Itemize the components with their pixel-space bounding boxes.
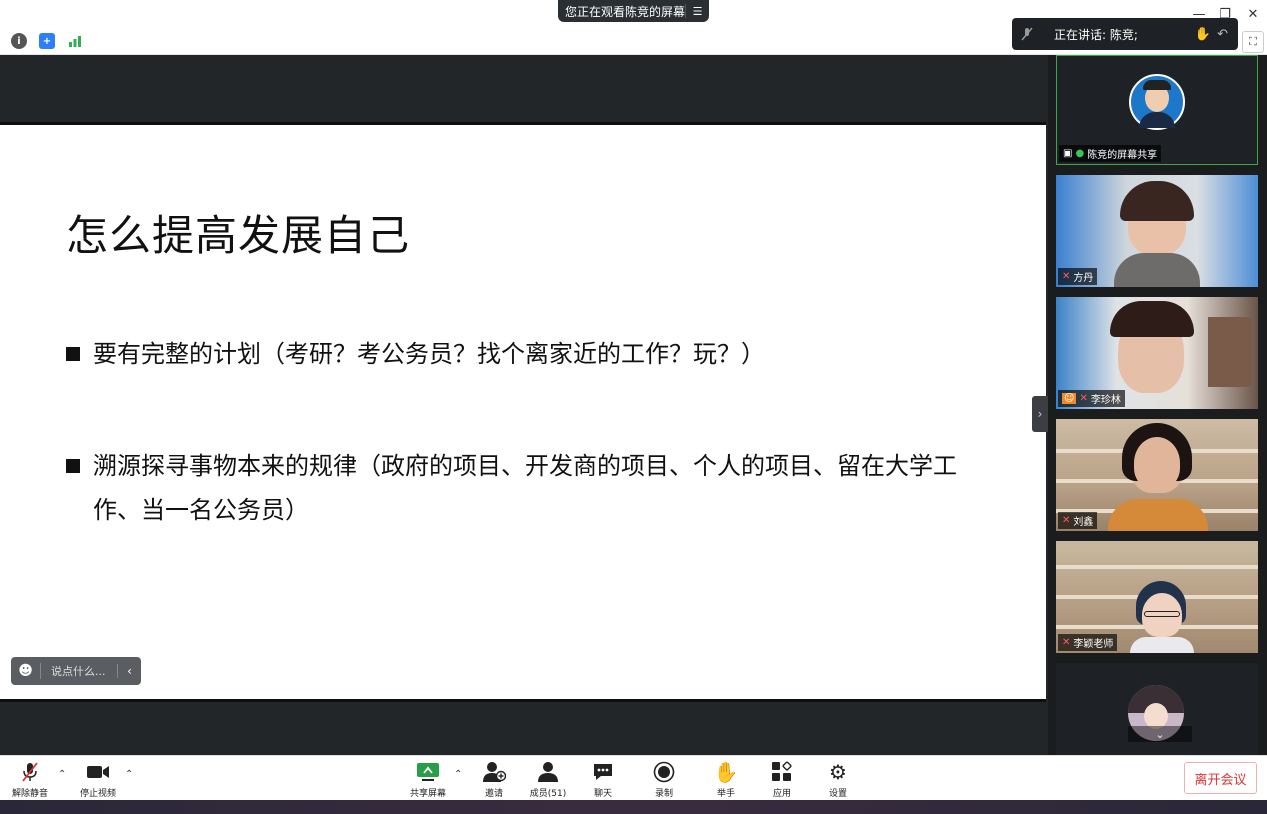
chat-placeholder[interactable]: 说点什么... — [41, 663, 117, 679]
members-button[interactable]: 成员(51) — [518, 760, 578, 799]
collapse-panel-icon[interactable]: › — [1032, 396, 1048, 432]
record-icon — [653, 760, 675, 784]
unmute-label: 解除静音 — [11, 789, 48, 799]
mic-on-icon: ● — [1075, 148, 1085, 159]
participant-label: ▣ ● 陈竞的屏幕共享 — [1059, 145, 1162, 162]
quick-chat-box[interactable]: ☻ 说点什么... ‹ — [11, 657, 141, 685]
participant-name: 方丹 — [1073, 273, 1094, 284]
invite-label: 邀请 — [484, 789, 503, 799]
screen-share-icon: ▣ — [1063, 148, 1073, 159]
settings-label: 设置 — [828, 789, 847, 799]
bullet-square-icon — [66, 347, 80, 361]
apps-button[interactable]: 应用 — [752, 760, 812, 799]
invite-button[interactable]: 邀请 — [464, 760, 524, 799]
unmute-button[interactable]: 解除静音 — [0, 760, 60, 799]
bullet-text: 溯源探寻事物本来的规律（政府的项目、开发商的项目、个人的项目、留在大学工作、当一… — [93, 452, 957, 524]
user-icon: ☺ — [1062, 393, 1077, 404]
share-screen-icon — [416, 760, 440, 784]
chat-bubble-icon — [592, 760, 614, 784]
stop-video-label: 停止视频 — [79, 789, 116, 799]
presentation-slide: 怎么提高发展自己 要有完整的计划（考研？考公务员？找个离家近的工作？玩？） 溯源… — [0, 122, 1046, 702]
hand-icon[interactable]: ✋ — [1195, 27, 1211, 42]
emoji-icon[interactable]: ☻ — [11, 663, 41, 679]
bullet-square-icon — [66, 459, 80, 473]
gear-icon: ⚙ — [829, 760, 847, 784]
members-label: 成员(51) — [529, 789, 567, 799]
shield-icon[interactable]: + — [39, 33, 55, 49]
slide-bullet: 要有完整的计划（考研？考公务员？找个离家近的工作？玩？） — [66, 332, 993, 376]
leave-meeting-button[interactable]: 离开会议 — [1184, 762, 1257, 794]
participant-tile[interactable]: ▣ ● 陈竞的屏幕共享 — [1056, 55, 1258, 165]
participant-tile[interactable]: ✕ 方丹 — [1056, 175, 1258, 287]
bullet-text: 要有完整的计划（考研？考公务员？找个离家近的工作？玩？） — [93, 340, 765, 368]
participant-label: ✕ 方丹 — [1058, 268, 1098, 285]
add-user-icon — [482, 760, 506, 784]
audio-options-chevron-icon[interactable]: ⌃ — [58, 769, 66, 780]
os-taskbar — [0, 800, 1267, 814]
collapse-chat-icon[interactable]: ‹ — [117, 664, 141, 678]
participant-tile[interactable]: ✕ 刘鑫 — [1056, 419, 1258, 531]
participant-name: 李珍林 — [1090, 395, 1121, 406]
raise-hand-button[interactable]: ✋ 举手 — [696, 760, 756, 799]
share-options-chevron-icon[interactable]: ⌃ — [454, 769, 462, 780]
speaking-text: 正在讲话: 陈竞; — [1054, 27, 1138, 42]
scroll-down-icon[interactable]: ⌄ — [1128, 726, 1192, 742]
video-options-chevron-icon[interactable]: ⌃ — [125, 769, 133, 780]
participant-label: ☺ ✕ 李珍林 — [1058, 390, 1125, 407]
meeting-window: 您正在观看陈竞的屏幕 ☰ — ❐ ✕ i + 正在讲话: 陈竞; ✋ ↶ ⛶ 怎… — [0, 0, 1267, 814]
close-button[interactable]: ✕ — [1243, 4, 1263, 24]
record-button[interactable]: 录制 — [634, 760, 694, 799]
avatar — [1129, 74, 1185, 130]
members-icon — [536, 760, 560, 784]
chat-label: 聊天 — [593, 789, 612, 799]
slide-bullet: 溯源探寻事物本来的规律（政府的项目、开发商的项目、个人的项目、留在大学工作、当一… — [66, 444, 993, 532]
viewing-screen-text: 您正在观看陈竞的屏幕 — [565, 4, 686, 19]
mic-muted-icon: ✕ — [1062, 271, 1071, 282]
list-icon[interactable]: ☰ — [685, 4, 709, 18]
signal-icon[interactable] — [67, 33, 83, 49]
speaking-indicator: 正在讲话: 陈竞; ✋ ↶ — [1012, 18, 1238, 50]
meeting-toolbar: 解除静音 ⌃ 停止视频 ⌃ 共享屏幕 ⌃ 邀请 成员(51) 聊天 录制 ✋ 举… — [0, 755, 1267, 800]
mic-muted-icon: ✕ — [1079, 393, 1088, 404]
video-camera-icon — [86, 760, 110, 784]
shared-screen-area: 怎么提高发展自己 要有完整的计划（考研？考公务员？找个离家近的工作？玩？） 溯源… — [0, 55, 1048, 755]
hand-icon: ✋ — [713, 760, 739, 784]
share-screen-button[interactable]: 共享屏幕 — [398, 760, 458, 799]
apps-label: 应用 — [772, 789, 791, 799]
participant-name: 陈竞的屏幕共享 — [1087, 150, 1158, 161]
participant-name: 刘鑫 — [1073, 517, 1094, 528]
participant-name: 李颖老师 — [1073, 639, 1114, 650]
reply-icon[interactable]: ↶ — [1217, 27, 1228, 42]
apps-grid-icon — [771, 760, 793, 784]
record-label: 录制 — [654, 789, 673, 799]
info-icon[interactable]: i — [11, 33, 27, 49]
participant-label: ✕ 刘鑫 — [1058, 512, 1098, 529]
stop-video-button[interactable]: 停止视频 — [68, 760, 128, 799]
participant-tile[interactable]: ✕ 李颖老师 — [1056, 541, 1258, 653]
mic-muted-icon: ✕ — [1062, 637, 1071, 648]
mic-muted-icon[interactable] — [1012, 18, 1042, 50]
mic-muted-icon — [21, 760, 39, 784]
mic-muted-icon: ✕ — [1062, 515, 1071, 526]
settings-button[interactable]: ⚙ 设置 — [808, 760, 868, 799]
chat-button[interactable]: 聊天 — [573, 760, 633, 799]
share-screen-label: 共享屏幕 — [409, 789, 446, 799]
speaking-controls: ✋ ↶ — [1195, 27, 1228, 42]
participant-label: ✕ 李颖老师 — [1058, 634, 1118, 651]
raise-hand-label: 举手 — [716, 789, 735, 799]
fullscreen-icon[interactable]: ⛶ — [1242, 31, 1264, 53]
viewing-screen-pill[interactable]: 您正在观看陈竞的屏幕 ☰ — [558, 0, 709, 22]
slide-title: 怎么提高发展自己 — [66, 211, 411, 260]
participant-tile[interactable]: ☺ ✕ 李珍林 — [1056, 297, 1258, 409]
